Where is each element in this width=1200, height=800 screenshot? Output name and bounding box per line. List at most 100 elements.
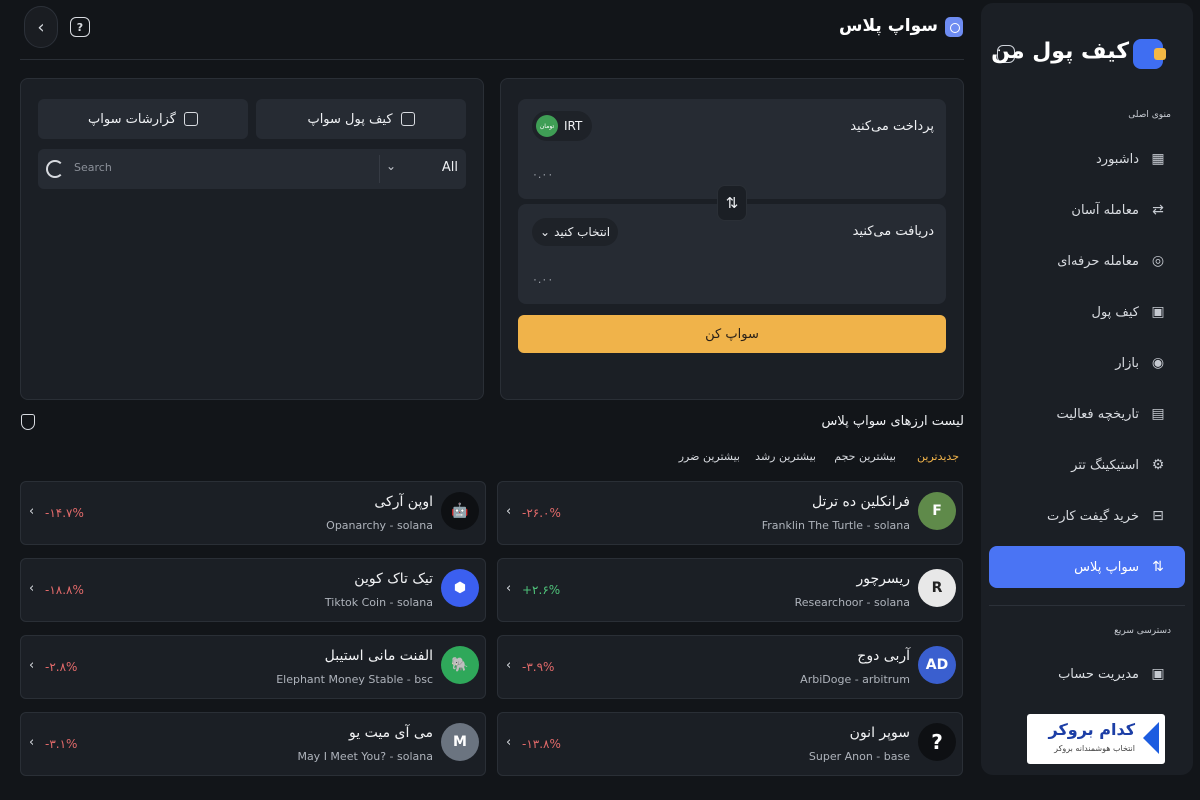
chevron-down-icon[interactable]: ⌄ [386, 159, 396, 173]
swap-form-panel: پرداخت می‌کنید تومان IRT ۰.۰۰ دریافت می‌… [500, 78, 964, 400]
swap-direction-button[interactable]: ⇅ [717, 185, 747, 221]
sidebar-item-label: بازار [1115, 355, 1139, 371]
back-button[interactable]: ‹ [24, 6, 58, 48]
wallet-icon [400, 112, 415, 126]
sort-tab-gain[interactable]: بیشترین رشد [755, 450, 816, 463]
swap-wallet-panel: گزارشات سواپ کیف پول سواپ Search ⌄ All [20, 78, 484, 400]
broker-logo-icon [1143, 722, 1159, 754]
coin-name: آربی دوج [857, 648, 910, 664]
tab-swap-reports-label: گزارشات سواپ [88, 111, 176, 127]
brand-logo-icon [1133, 39, 1166, 69]
sidebar-item-easy-trade[interactable]: معامله آسان ⇄ [989, 189, 1185, 231]
coin-name: اوپن آرکی [374, 494, 433, 510]
pay-box: پرداخت می‌کنید تومان IRT ۰.۰۰ [518, 99, 946, 199]
report-calendar-icon [183, 112, 198, 126]
coin-symbol-network: Elephant Money Stable - bsc [276, 673, 433, 686]
network-filter-select[interactable]: All [442, 160, 458, 175]
coin-card[interactable]: AD آربی دوج ArbiDoge - arbitrum -۳.۹% ‹ [497, 635, 963, 699]
receive-amount-input[interactable]: ۰.۰۰ [532, 273, 553, 286]
sidebar-item-swap-plus[interactable]: سواپ پلاس ⇅ [989, 546, 1185, 588]
coin-name: فرانکلین ده ترتل [811, 494, 910, 510]
coin-symbol-network: Researchoor - solana [794, 596, 910, 609]
coin-logo: F [918, 492, 956, 530]
coin-card[interactable]: ⬢ تیک تاک کوین Tiktok Coin - solana -۱۸.… [20, 558, 486, 622]
coin-logo: AD [918, 646, 956, 684]
coin-logo: R [918, 569, 956, 607]
sidebar: ‹ کیف پول من منوی اصلی داشبورد ▦ معامله … [981, 3, 1193, 775]
sidebar-item-label: داشبورد [1096, 151, 1139, 167]
coin-change: -۲۶.۰% [522, 506, 561, 520]
filter-icon[interactable] [21, 414, 35, 430]
pay-label: پرداخت می‌کنید [850, 119, 934, 134]
search-input[interactable]: Search [74, 161, 112, 174]
coin-list-title: لیست ارزهای سواپ پلاس [821, 414, 964, 429]
sort-tab-newest[interactable]: جدیدترین [917, 450, 959, 463]
easy-trade-icon: ⇄ [1152, 202, 1164, 218]
pay-amount-input[interactable]: ۰.۰۰ [532, 168, 553, 181]
coin-card[interactable]: 🤖 اوپن آرکی Opanarchy - solana -۱۴.۷% ‹ [20, 481, 486, 545]
coin-card[interactable]: M می آی میت یو May I Meet You? - solana … [20, 712, 486, 776]
sidebar-item-label: خرید گیفت کارت [1046, 508, 1139, 524]
coin-card[interactable]: ? سوپر انون Super Anon - base -۱۳.۸% ‹ [497, 712, 963, 776]
sidebar-item-dashboard[interactable]: داشبورد ▦ [989, 138, 1185, 180]
sort-tab-volume[interactable]: بیشترین حجم [834, 450, 896, 463]
chevron-left-icon: ‹ [29, 735, 35, 750]
receive-currency-select[interactable]: انتخاب کنید ⌄ [532, 218, 619, 246]
sidebar-item-label: سواپ پلاس [1074, 559, 1139, 575]
coin-change: -۱۳.۸% [522, 737, 561, 751]
sidebar-item-wallet[interactable]: کیف پول ▣ [989, 291, 1185, 333]
help-chat-icon[interactable]: ? [70, 17, 90, 37]
broker-banner[interactable]: کدام بروکر انتخاب هوشمندانه بروکر [1027, 714, 1165, 764]
coin-change: -۲.۸% [45, 660, 78, 674]
coin-logo: ⬢ [441, 569, 479, 607]
main-menu-title: منوی اصلی [1128, 110, 1171, 120]
coin-symbol-network: Franklin The Turtle - solana [761, 519, 910, 532]
sidebar-item-label: معامله آسان [1071, 202, 1139, 218]
coin-logo: M [441, 723, 479, 761]
sidebar-item-staking[interactable]: استیکینگ تتر ⚙ [989, 444, 1185, 486]
tab-swap-wallet[interactable]: کیف پول سواپ [256, 99, 466, 139]
chevron-left-icon: ‹ [37, 16, 45, 38]
sidebar-item-label: کیف پول [1091, 304, 1139, 320]
coin-name: سوپر انون [849, 725, 910, 741]
header-divider [20, 59, 964, 60]
swap-icon: ⇅ [1152, 559, 1164, 575]
pro-trade-icon: ◎ [1151, 253, 1165, 269]
sidebar-item-history[interactable]: تاریخچه فعالیت ▤ [989, 393, 1185, 435]
coin-change: -۳.۹% [522, 660, 555, 674]
sidebar-item-account[interactable]: مدیریت حساب ▣ [989, 653, 1185, 695]
swap-arrows-icon: ⇅ [725, 194, 739, 212]
swap-submit-button[interactable]: سواپ کن [518, 315, 946, 353]
filter-divider [379, 155, 380, 183]
chevron-left-icon: ‹ [506, 504, 512, 519]
sidebar-item-label: استیکینگ تتر [1071, 457, 1139, 473]
coin-change: -۳.۱% [45, 737, 78, 751]
refresh-icon[interactable] [46, 160, 64, 178]
receive-label: دریافت می‌کنید [852, 224, 934, 239]
sidebar-item-label: معامله حرفه‌ای [1057, 253, 1139, 269]
pay-currency-select[interactable]: تومان IRT [532, 111, 593, 141]
coin-symbol-network: Opanarchy - solana [326, 519, 433, 532]
coin-symbol-network: Super Anon - base [808, 750, 910, 763]
coin-card[interactable]: F فرانکلین ده ترتل Franklin The Turtle -… [497, 481, 963, 545]
sort-tab-loss[interactable]: بیشترین ضرر [679, 450, 740, 463]
sidebar-item-pro-trade[interactable]: معامله حرفه‌ای ◎ [989, 240, 1185, 282]
history-icon: ▤ [1151, 406, 1165, 422]
tab-swap-wallet-label: کیف پول سواپ [307, 111, 393, 127]
sidebar-item-market[interactable]: بازار ◉ [989, 342, 1185, 384]
chevron-left-icon: ‹ [506, 581, 512, 596]
coin-card[interactable]: 🐘 الفنت مانی استیبل Elephant Money Stabl… [20, 635, 486, 699]
pay-currency-label: IRT [564, 119, 583, 133]
chevron-left-icon: ‹ [29, 581, 35, 596]
search-filter-bar: Search ⌄ All [38, 149, 466, 189]
chevron-down-icon: ⌄ [540, 225, 551, 239]
sidebar-divider [989, 605, 1185, 606]
wallet-icon: ▣ [1151, 304, 1165, 320]
coin-card[interactable]: R ریسرچور Researchoor - solana +۲.۶% ‹ [497, 558, 963, 622]
coin-name: تیک تاک کوین [354, 571, 433, 587]
toman-icon: تومان [536, 115, 558, 137]
chevron-left-icon: ‹ [506, 658, 512, 673]
tab-swap-reports[interactable]: گزارشات سواپ [38, 99, 248, 139]
sidebar-item-gift-card[interactable]: خرید گیفت کارت ⊟ [989, 495, 1185, 537]
coin-change: -۱۴.۷% [45, 506, 84, 520]
